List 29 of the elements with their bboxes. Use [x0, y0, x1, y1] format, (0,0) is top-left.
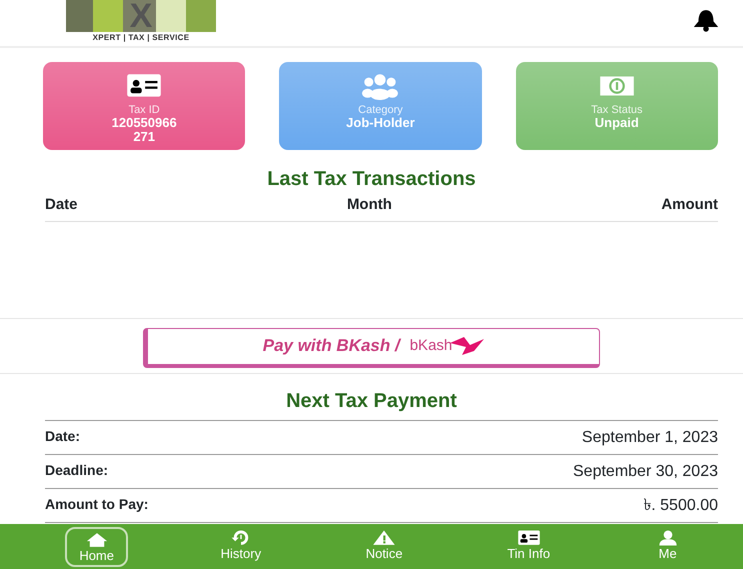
card-value: 120550966 271	[112, 116, 177, 144]
people-icon	[361, 72, 400, 100]
nav-tab[interactable]: Tin Info	[495, 527, 562, 567]
warning-icon	[371, 529, 398, 547]
bell-icon[interactable]	[691, 8, 721, 32]
section-title: Next Tax Payment	[285, 388, 458, 414]
nav-tab[interactable]: Me	[642, 527, 693, 567]
nav-tab[interactable]: Notice	[354, 527, 415, 567]
row-value: September 1, 2023	[582, 428, 718, 448]
bird-icon	[450, 335, 484, 357]
row-value: September 30, 2023	[573, 462, 718, 482]
card-value: Job-Holder	[346, 116, 415, 130]
column-header: Month	[346, 195, 392, 215]
column-header: Amount	[661, 195, 718, 215]
row-label: Deadline:	[45, 460, 108, 480]
id-card-icon	[516, 529, 542, 547]
section-title: Last Tax Transactions	[266, 167, 477, 192]
pay-button[interactable]: Pay with BKash / bKash	[143, 328, 600, 368]
logo-text: XPERT | TAX | SERVICE	[92, 32, 190, 44]
card-label: Tax ID	[128, 104, 160, 116]
column-header: Date	[45, 195, 78, 215]
row-label: Amount to Pay:	[45, 494, 148, 514]
row-value: ৳. 5500.00	[643, 496, 718, 516]
nav-tab[interactable]: Home	[65, 527, 128, 567]
card-value: Unpaid	[594, 116, 639, 130]
row-label: Date:	[45, 426, 80, 446]
nav-tab[interactable]: History	[208, 527, 274, 567]
card-label: Tax Status	[591, 104, 642, 116]
card-label: Category	[358, 104, 403, 116]
